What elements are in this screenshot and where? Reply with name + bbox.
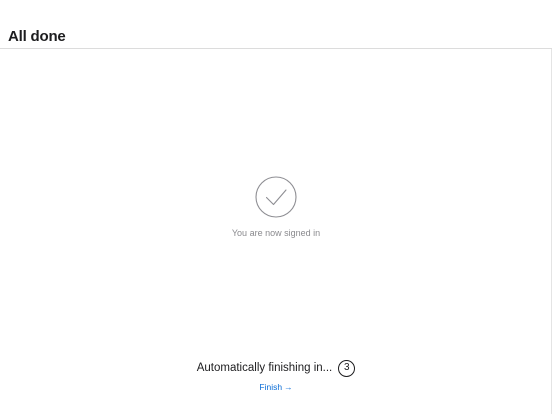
countdown-seconds-badge: 3: [338, 359, 356, 377]
checkmark-circle-icon: [255, 176, 297, 218]
countdown-label: Automatically finishing in...: [196, 362, 333, 374]
signed-in-message: You are now signed in: [231, 228, 321, 238]
arrow-right-icon: →: [284, 382, 293, 392]
auto-finish-countdown: Automatically finishing in... 3 Finish →: [0, 358, 552, 395]
signin-status: You are now signed in: [0, 176, 552, 239]
finish-link[interactable]: Finish →: [259, 382, 292, 393]
countdown-row: Automatically finishing in... 3: [197, 359, 356, 377]
page-header: All done: [0, 0, 552, 49]
finish-link-label: Finish: [259, 382, 283, 392]
page-title: All done: [8, 28, 66, 45]
signin-complete-page: All done You are now signed in Automatic…: [0, 0, 552, 414]
